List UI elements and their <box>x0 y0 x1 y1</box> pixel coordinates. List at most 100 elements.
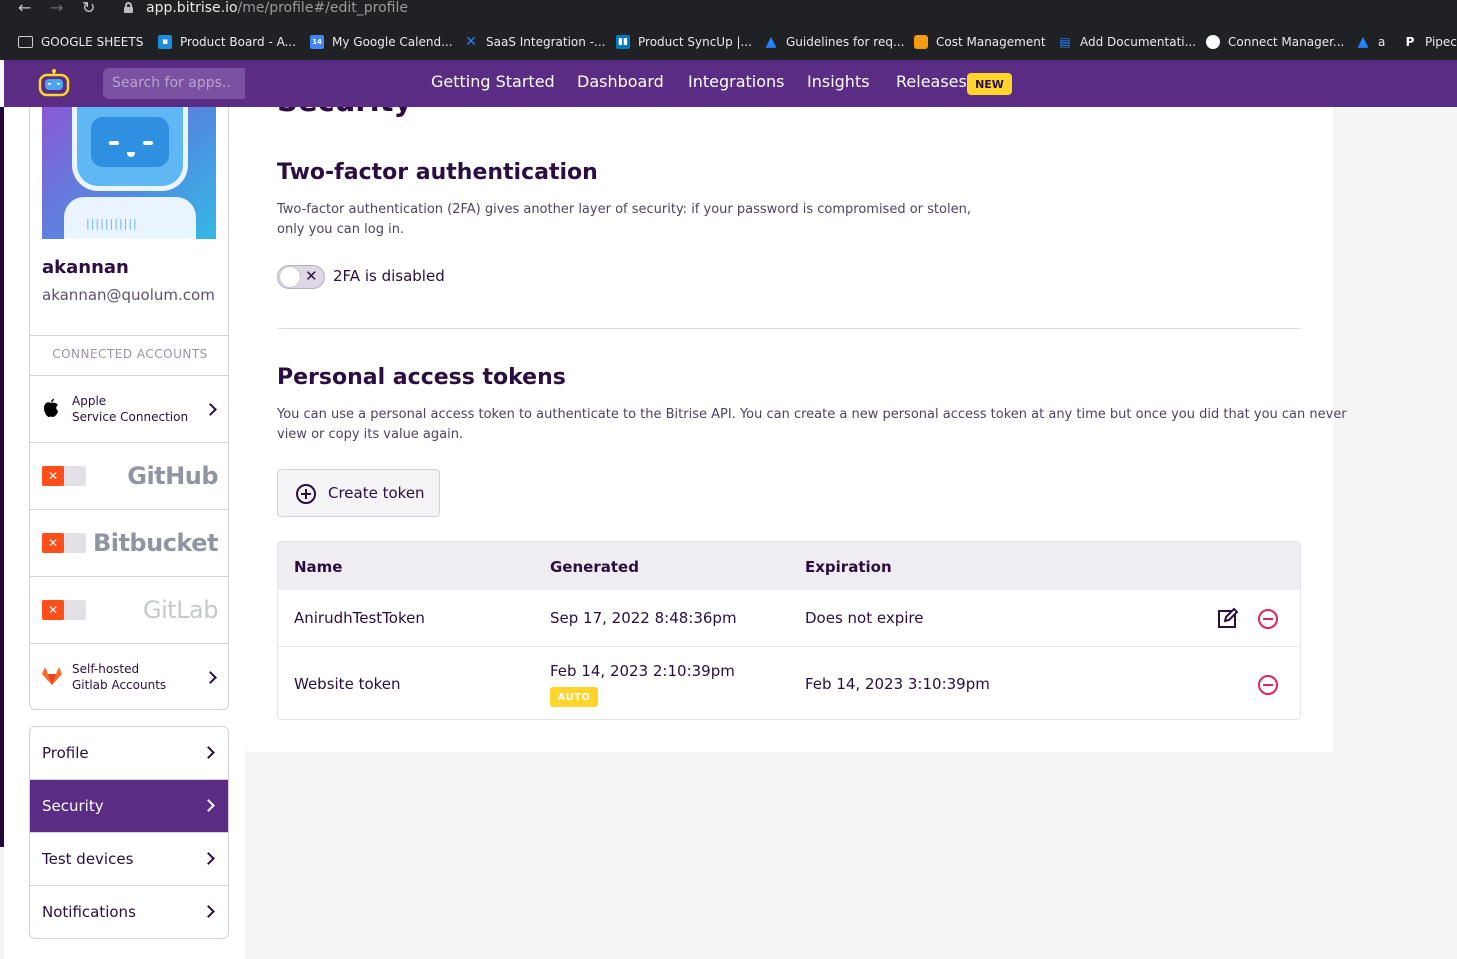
chevron-right-icon <box>204 671 217 684</box>
tokens-table: Name Generated Expiration AnirudhTestTok… <box>277 541 1301 720</box>
column-generated: Generated <box>550 558 639 576</box>
disconnected-icon: ✕ <box>42 533 64 553</box>
bitbucket-logo: Bitbucket <box>92 529 219 557</box>
browser-chrome: ← → ↻ app.bitrise.io/me/profile#/edit_pr… <box>0 0 1457 60</box>
table-row: AnirudhTestToken Sep 17, 2022 8:48:36pm … <box>278 590 1300 647</box>
github-connection[interactable]: ✕ GitHub <box>30 443 228 509</box>
tfa-heading: Two-factor authentication <box>277 160 598 185</box>
bookmark-google-calendar[interactable]: 14 My Google Calend... <box>310 33 453 51</box>
bookmark-product-board[interactable]: ▪ Product Board - A... <box>158 33 296 51</box>
gitlab-fox-icon <box>42 667 62 685</box>
folder-icon <box>18 36 33 48</box>
table-header: Name Generated Expiration <box>278 542 1300 590</box>
chevron-right-icon <box>204 403 217 416</box>
disconnected-icon: ✕ <box>42 466 64 486</box>
chevron-right-icon <box>202 852 215 865</box>
new-badge-label: NEW <box>967 73 1012 95</box>
edit-icon[interactable] <box>1217 607 1239 629</box>
github-logo: GitHub <box>127 462 218 490</box>
atlassian-icon: ▲ <box>1357 34 1369 50</box>
self-hosted-gitlab[interactable]: Self-hosted Gitlab Accounts <box>30 644 228 709</box>
delete-icon[interactable] <box>1258 609 1278 629</box>
gitlab-toggle[interactable]: ✕ <box>42 600 86 620</box>
github-icon <box>1206 35 1220 49</box>
bookmark-guidelines[interactable]: ▲ Guidelines for req... <box>764 33 905 51</box>
bookmark-product-syncup[interactable]: ▮▮ Product SyncUp |... <box>616 33 752 51</box>
token-expiration: Feb 14, 2023 3:10:39pm <box>805 675 990 693</box>
back-arrow-icon[interactable]: ← <box>18 0 31 16</box>
pipedrive-icon: P <box>1405 35 1415 49</box>
book-icon: ▤ <box>1059 35 1071 49</box>
github-toggle[interactable]: ✕ <box>42 466 86 486</box>
menu-item-test-devices[interactable]: Test devices <box>30 833 228 886</box>
chevron-right-icon <box>202 905 215 918</box>
menu-item-notifications[interactable]: Notifications <box>30 886 228 938</box>
bookmark-a[interactable]: ▲ a <box>1356 33 1386 51</box>
plus-circle-icon <box>296 484 316 504</box>
bitbucket-toggle[interactable]: ✕ <box>42 533 86 553</box>
bookmark-add-documentation[interactable]: ▤ Add Documentati... <box>1058 33 1196 51</box>
bookmark-saas-integration[interactable]: ✕ SaaS Integration -... <box>464 33 605 51</box>
menu-item-security[interactable]: Security <box>30 780 228 833</box>
disconnected-icon: ✕ <box>42 600 64 620</box>
nav-integrations-label[interactable]: Integrations <box>688 72 785 91</box>
productboard-icon: ▪ <box>158 35 172 49</box>
atlassian-icon: ▲ <box>765 34 777 50</box>
apple-icon <box>44 398 58 417</box>
auto-badge: AUTO <box>550 687 598 707</box>
settings-menu: Profile Security Test devices Notificati… <box>29 726 229 939</box>
self-hosted-sublabel: Gitlab Accounts <box>72 678 167 692</box>
gitlab-connection[interactable]: ✕ GitLab <box>30 577 228 643</box>
menu-item-profile[interactable]: Profile <box>30 727 228 780</box>
apple-label: Apple <box>72 394 107 408</box>
nav-getting-started-label[interactable]: Getting Started <box>431 72 555 91</box>
nav-releases-label[interactable]: Releases <box>896 72 967 91</box>
bookmark-connect-manager[interactable]: Connect Manager... <box>1206 33 1344 51</box>
token-name: Website token <box>294 675 401 693</box>
nav-insights-label[interactable]: Insights <box>807 72 870 91</box>
bookmark-cost-management[interactable]: Cost Management <box>914 33 1046 51</box>
aws-icon <box>914 35 928 49</box>
username: akannan <box>42 257 129 278</box>
avatar: ||||||||||| <box>42 107 216 239</box>
lock-icon <box>124 2 133 13</box>
nav-dashboard-label[interactable]: Dashboard <box>577 72 664 91</box>
trello-icon: ▮▮ <box>616 35 630 49</box>
gitlab-logo: GitLab <box>143 596 219 624</box>
chevron-right-icon <box>202 746 215 759</box>
column-expiration: Expiration <box>805 558 892 576</box>
token-generated: Feb 14, 2023 2:10:39pm <box>550 662 735 680</box>
user-email: akannan@quolum.com <box>42 286 215 304</box>
self-hosted-label: Self-hosted <box>72 662 140 676</box>
delete-icon[interactable] <box>1258 675 1278 695</box>
apple-sublabel: Service Connection <box>72 410 189 424</box>
bookmarks-bar: GOOGLE SHEETS ▪ Product Board - A... 14 My… <box>0 30 1457 54</box>
forward-arrow-icon[interactable]: → <box>50 0 63 16</box>
reload-icon[interactable]: ↻ <box>82 0 95 16</box>
token-generated: Sep 17, 2022 8:48:36pm <box>550 609 737 627</box>
tokens-description: You can use a personal access token to a… <box>277 407 1347 442</box>
bitrise-logo-icon[interactable] <box>37 69 71 99</box>
column-name: Name <box>294 558 343 576</box>
tokens-heading: Personal access tokens <box>277 365 566 390</box>
bitbucket-connection[interactable]: ✕ Bitbucket <box>30 510 228 576</box>
confluence-icon: ✕ <box>465 34 477 50</box>
calendar-icon: 14 <box>310 35 324 49</box>
tfa-description: Two-factor authentication (2FA) gives an… <box>277 202 971 237</box>
table-row: Website token Feb 14, 2023 2:10:39pm AUT… <box>278 648 1300 719</box>
connected-accounts-title: CONNECTED ACCOUNTS <box>52 347 208 361</box>
token-expiration: Does not expire <box>805 609 924 627</box>
bookmark-pipedrive[interactable]: P Pipec <box>1403 33 1457 51</box>
address-bar[interactable]: ← → ↻ app.bitrise.io/me/profile#/edit_pr… <box>0 0 1457 20</box>
chevron-right-icon <box>202 799 215 812</box>
tfa-status: 2FA is disabled <box>333 267 445 285</box>
create-token-button[interactable]: Create token <box>277 469 440 517</box>
bookmark-google-sheets[interactable]: GOOGLE SHEETS <box>18 33 143 51</box>
url-text[interactable]: app.bitrise.io/me/profile#/edit_profile <box>146 0 408 16</box>
token-name: AnirudhTestToken <box>294 609 425 627</box>
apple-service-connection[interactable]: Apple Service Connection <box>30 376 228 442</box>
profile-card: ||||||||||| akannan akannan@quolum.com C… <box>29 107 229 710</box>
tfa-toggle[interactable]: ✕ <box>277 265 325 289</box>
section-divider <box>277 328 1301 329</box>
toggle-off-icon: ✕ <box>305 267 318 285</box>
